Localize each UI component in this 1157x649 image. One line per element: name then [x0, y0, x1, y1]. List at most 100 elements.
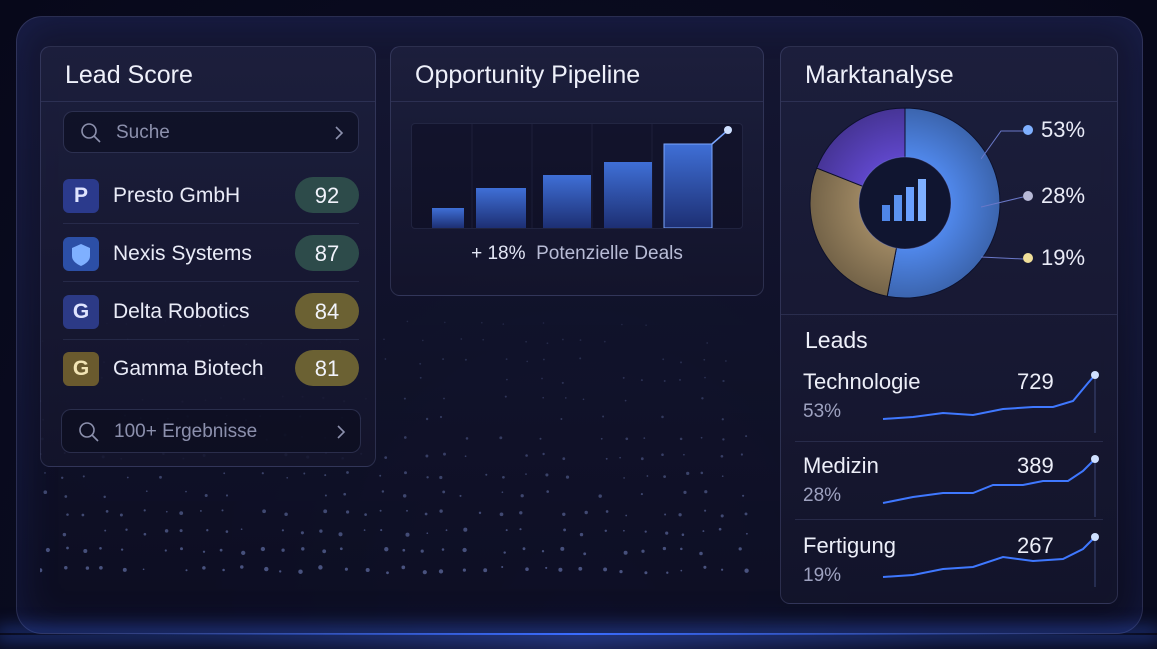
background-dot [598, 494, 602, 498]
background-dot [623, 529, 625, 532]
background-dot [145, 490, 148, 493]
background-dot [563, 528, 567, 532]
lead-score-title: Lead Score [41, 47, 375, 102]
background-dot [505, 529, 508, 532]
score-badge: 84 [295, 293, 359, 329]
background-dot [742, 494, 745, 497]
background-dot [565, 475, 570, 479]
background-dot [679, 437, 683, 441]
background-dot [401, 565, 406, 570]
background-dot [402, 494, 407, 498]
background-dot [120, 548, 124, 551]
background-dot [264, 566, 269, 572]
background-dot [506, 378, 508, 381]
background-dot [445, 529, 448, 532]
background-dot [82, 475, 85, 478]
background-dot [499, 436, 503, 440]
background-dot [322, 549, 327, 554]
background-dot [384, 358, 387, 360]
company-logo: G [63, 352, 99, 386]
background-dot [66, 546, 69, 550]
leads-row-fertigung[interactable]: Fertigung 19% 267 [803, 533, 1099, 611]
background-dot [579, 357, 582, 360]
background-dot [364, 513, 367, 516]
background-dot [519, 528, 522, 531]
background-dot [678, 513, 682, 517]
background-dot [526, 360, 529, 363]
background-dot [439, 415, 443, 419]
background-dot [384, 547, 389, 552]
background-dot [621, 323, 623, 326]
background-dot [482, 338, 485, 341]
background-dot [661, 453, 664, 456]
results-label: 100+ Ergebnisse [114, 421, 258, 442]
background-dot [725, 360, 727, 362]
results-link[interactable]: 100+ Ergebnisse [61, 409, 361, 453]
background-dot [438, 569, 444, 574]
search-input[interactable]: Suche [63, 111, 359, 153]
background-dot [644, 571, 648, 575]
background-dot [663, 380, 666, 382]
lead-row-presto[interactable]: P Presto GmbH 92 [63, 167, 359, 224]
background-dot [142, 568, 145, 571]
background-dot [164, 529, 169, 533]
background-dot [344, 567, 348, 571]
company-name: Nexis Systems [113, 242, 252, 265]
background-dot [545, 473, 549, 477]
background-dot [380, 529, 383, 532]
market-pie-chart [809, 107, 1001, 299]
background-dot [542, 396, 544, 399]
background-dot [126, 476, 129, 479]
background-dot [525, 340, 527, 343]
background-dot [641, 549, 645, 553]
background-dot [402, 548, 406, 552]
background-dot [443, 452, 446, 456]
chevron-right-icon [335, 126, 344, 140]
background-dot [501, 491, 504, 494]
background-dot [625, 437, 629, 441]
background-dot [604, 529, 608, 533]
background-dot [501, 565, 504, 569]
background-dot [683, 453, 685, 456]
background-dot [505, 358, 508, 360]
lead-row-gamma[interactable]: G Gamma Biotech 81 [63, 340, 359, 396]
background-dot [605, 510, 609, 513]
background-dot [85, 566, 90, 570]
background-dot [661, 415, 664, 419]
company-logo: G [63, 295, 99, 329]
background-dot [384, 456, 388, 459]
background-dot [179, 529, 183, 533]
pipeline-footer: + 18% Potenzielle Deals [391, 243, 763, 265]
search-icon [79, 422, 99, 442]
background-dot [104, 529, 107, 532]
background-dot [185, 490, 187, 493]
background-dot [143, 509, 146, 512]
background-dot [365, 567, 370, 573]
pipeline-bar-chart [411, 123, 743, 229]
background-dot [561, 381, 564, 384]
lead-row-delta[interactable]: G Delta Robotics 84 [63, 283, 359, 340]
background-dot [406, 320, 409, 323]
background-dot [99, 546, 102, 550]
background-dot [164, 549, 167, 552]
background-dot [99, 565, 103, 570]
company-name: Presto GmbH [113, 184, 241, 207]
background-dot [262, 509, 266, 514]
leads-row-technologie[interactable]: Technologie 53% 729 [803, 369, 1099, 447]
background-dot [520, 494, 524, 498]
divider [795, 519, 1103, 520]
background-dot [343, 492, 347, 496]
background-dot [640, 493, 643, 496]
lead-row-nexis[interactable]: Nexis Systems 87 [63, 225, 359, 282]
background-dot [703, 358, 706, 361]
background-dot [646, 475, 649, 477]
background-dot [483, 568, 488, 573]
background-dot [745, 435, 748, 438]
background-dot [125, 528, 128, 531]
background-dot [425, 417, 429, 421]
background-dot [439, 509, 443, 513]
background-dot [624, 399, 627, 402]
background-dot [539, 437, 542, 440]
background-dot [643, 437, 646, 439]
pie-legend-item: 28% [1023, 183, 1085, 209]
